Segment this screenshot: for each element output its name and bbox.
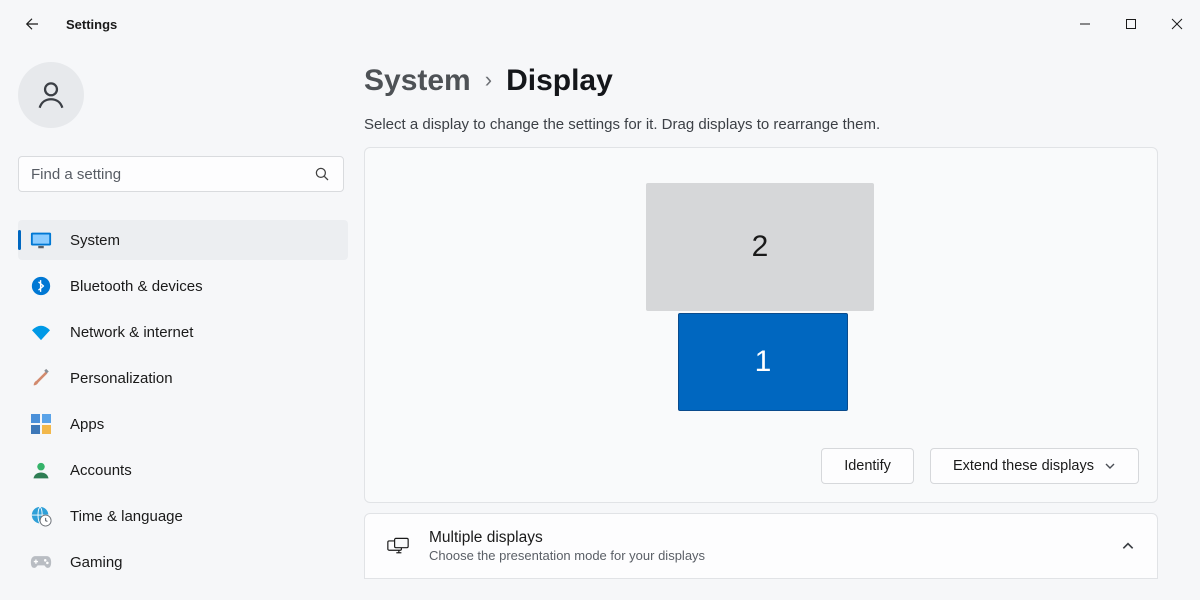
app-title: Settings: [66, 17, 117, 32]
sidebar-item-bluetooth[interactable]: Bluetooth & devices: [18, 266, 348, 306]
content-area: System › Display Select a display to cha…: [348, 48, 1200, 600]
breadcrumb: System › Display: [364, 64, 1174, 98]
multiple-displays-icon: [387, 535, 409, 557]
globe-clock-icon: [30, 505, 52, 527]
monitor-1-label: 1: [755, 345, 772, 379]
multiple-displays-row[interactable]: Multiple displays Choose the presentatio…: [364, 513, 1158, 579]
sidebar-item-label: Apps: [70, 416, 104, 433]
sidebar-item-gaming[interactable]: Gaming: [18, 542, 348, 582]
sidebar-item-label: Personalization: [70, 370, 173, 387]
sidebar-item-system[interactable]: System: [18, 220, 348, 260]
sidebar-item-label: Gaming: [70, 554, 123, 571]
title-bar: Settings: [0, 0, 1200, 48]
monitor-2-label: 2: [752, 230, 769, 264]
sidebar-item-label: System: [70, 232, 120, 249]
search-input[interactable]: [31, 166, 307, 183]
identify-button[interactable]: Identify: [821, 448, 914, 484]
person-icon: [34, 78, 68, 112]
display-arrangement-card: 2 1 Identify Extend these displays: [364, 147, 1158, 503]
sidebar-item-label: Network & internet: [70, 324, 193, 341]
maximize-icon: [1125, 18, 1137, 30]
gaming-icon: [30, 551, 52, 573]
sidebar-item-label: Time & language: [70, 508, 183, 525]
page-description: Select a display to change the settings …: [364, 116, 1174, 133]
monitor-2[interactable]: 2: [646, 183, 874, 311]
system-icon: [30, 229, 52, 251]
arrow-left-icon: [23, 15, 41, 33]
sidebar-item-label: Bluetooth & devices: [70, 278, 203, 295]
sidebar-item-accounts[interactable]: Accounts: [18, 450, 348, 490]
sidebar-item-label: Accounts: [70, 462, 132, 479]
close-button[interactable]: [1154, 0, 1200, 48]
apps-icon: [30, 413, 52, 435]
avatar[interactable]: [18, 62, 84, 128]
search-box[interactable]: [18, 156, 344, 192]
bluetooth-icon: [30, 275, 52, 297]
back-button[interactable]: [18, 10, 46, 38]
sidebar-item-personalization[interactable]: Personalization: [18, 358, 348, 398]
nav-list: System Bluetooth & devices Network & int…: [18, 220, 348, 582]
breadcrumb-current: Display: [506, 64, 613, 98]
paintbrush-icon: [30, 367, 52, 389]
sidebar-item-network[interactable]: Network & internet: [18, 312, 348, 352]
minimize-icon: [1079, 18, 1091, 30]
wifi-icon: [30, 321, 52, 343]
multiple-displays-subtitle: Choose the presentation mode for your di…: [429, 548, 705, 563]
sidebar-item-apps[interactable]: Apps: [18, 404, 348, 444]
monitor-1[interactable]: 1: [678, 313, 848, 411]
identify-label: Identify: [844, 458, 891, 474]
accounts-icon: [30, 459, 52, 481]
sidebar: System Bluetooth & devices Network & int…: [0, 48, 348, 600]
chevron-right-icon: ›: [485, 67, 492, 93]
breadcrumb-parent[interactable]: System: [364, 64, 471, 98]
display-mode-dropdown[interactable]: Extend these displays: [930, 448, 1139, 484]
sidebar-item-time[interactable]: Time & language: [18, 496, 348, 536]
close-icon: [1171, 18, 1183, 30]
display-mode-label: Extend these displays: [953, 458, 1094, 474]
window-controls: [1062, 0, 1200, 48]
minimize-button[interactable]: [1062, 0, 1108, 48]
chevron-up-icon: [1121, 539, 1135, 553]
search-icon: [313, 165, 331, 183]
display-arrangement-area[interactable]: 2 1: [365, 148, 1157, 448]
chevron-down-icon: [1104, 460, 1116, 472]
maximize-button[interactable]: [1108, 0, 1154, 48]
multiple-displays-title: Multiple displays: [429, 529, 705, 547]
